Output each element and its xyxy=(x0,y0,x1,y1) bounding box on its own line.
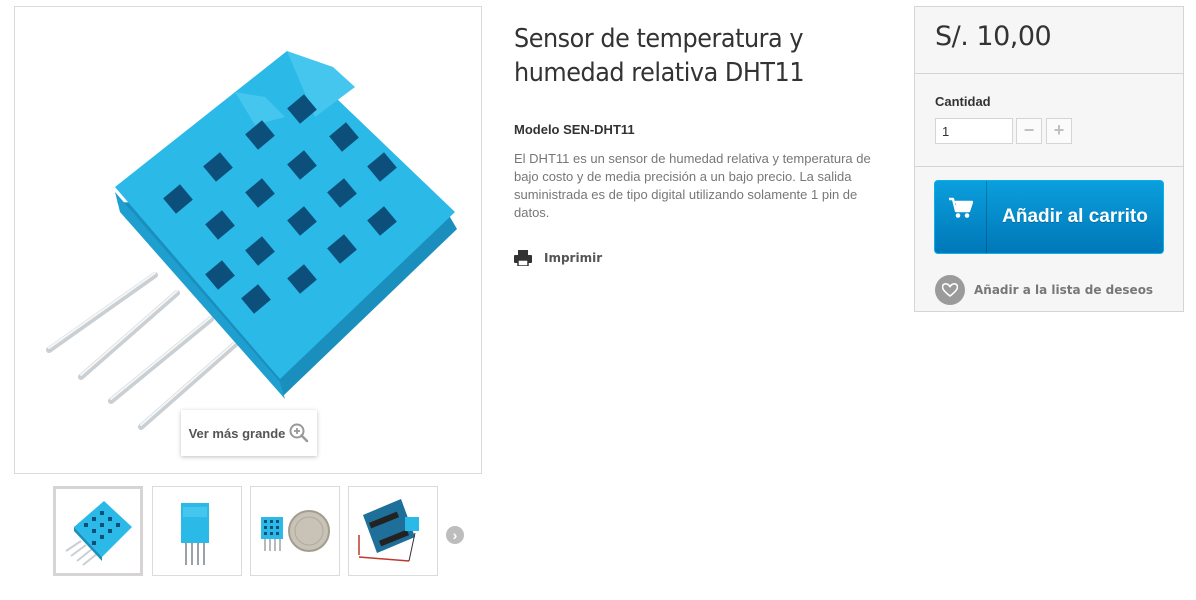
thumbnail-sensor-arduino-image xyxy=(358,499,419,562)
add-to-cart-button[interactable]: Añadir al carrito xyxy=(934,180,1164,254)
print-label: Imprimir xyxy=(544,251,603,265)
quantity-increase-button[interactable]: + xyxy=(1046,118,1072,144)
heart-icon xyxy=(942,283,958,297)
add-to-cart-label: Añadir al carrito xyxy=(1002,206,1148,227)
cart-icon-container xyxy=(935,181,987,253)
quantity-label: Cantidad xyxy=(935,94,991,109)
thumbnail-sensor-coin-image xyxy=(261,510,330,552)
print-button[interactable]: Imprimir xyxy=(514,250,602,266)
thumbnail-1[interactable] xyxy=(53,486,143,576)
buy-box: S/. 10,00 Cantidad − + Añadir al carrito… xyxy=(914,6,1184,312)
product-main-image[interactable]: Ver más grande xyxy=(14,6,482,474)
printer-icon xyxy=(514,250,532,266)
thumbnail-4[interactable] xyxy=(348,486,438,576)
quantity-input[interactable] xyxy=(935,118,1013,144)
cart-icon xyxy=(948,197,973,218)
dht11-sensor-image xyxy=(46,51,457,430)
thumbnail-sensor-front-image xyxy=(65,501,132,566)
thumbnail-2[interactable] xyxy=(152,486,242,576)
quantity-decrease-button[interactable]: − xyxy=(1016,118,1042,144)
heart-icon-container xyxy=(935,275,965,305)
thumbnail-sensor-back-image xyxy=(181,503,209,565)
thumbnail-3[interactable] xyxy=(250,486,340,576)
add-to-wishlist-button[interactable]: Añadir a la lista de deseos xyxy=(935,275,1153,305)
price-section: S/. 10,00 xyxy=(915,7,1183,74)
wishlist-label: Añadir a la lista de deseos xyxy=(974,283,1154,297)
product-description: El DHT11 es un sensor de humedad relativ… xyxy=(514,151,871,220)
chevron-right-icon[interactable]: › xyxy=(446,526,464,544)
zoom-in-icon xyxy=(289,423,309,443)
view-larger-label: Ver más grande xyxy=(188,425,286,441)
product-price: S/. 10,00 xyxy=(935,21,1052,52)
quantity-section: Cantidad − + xyxy=(915,74,1183,167)
product-title: Sensor de temperatura y humedad relativa… xyxy=(514,24,805,88)
product-model: Modelo SEN-DHT11 xyxy=(514,122,635,137)
view-larger-button[interactable]: Ver más grande xyxy=(181,410,317,456)
